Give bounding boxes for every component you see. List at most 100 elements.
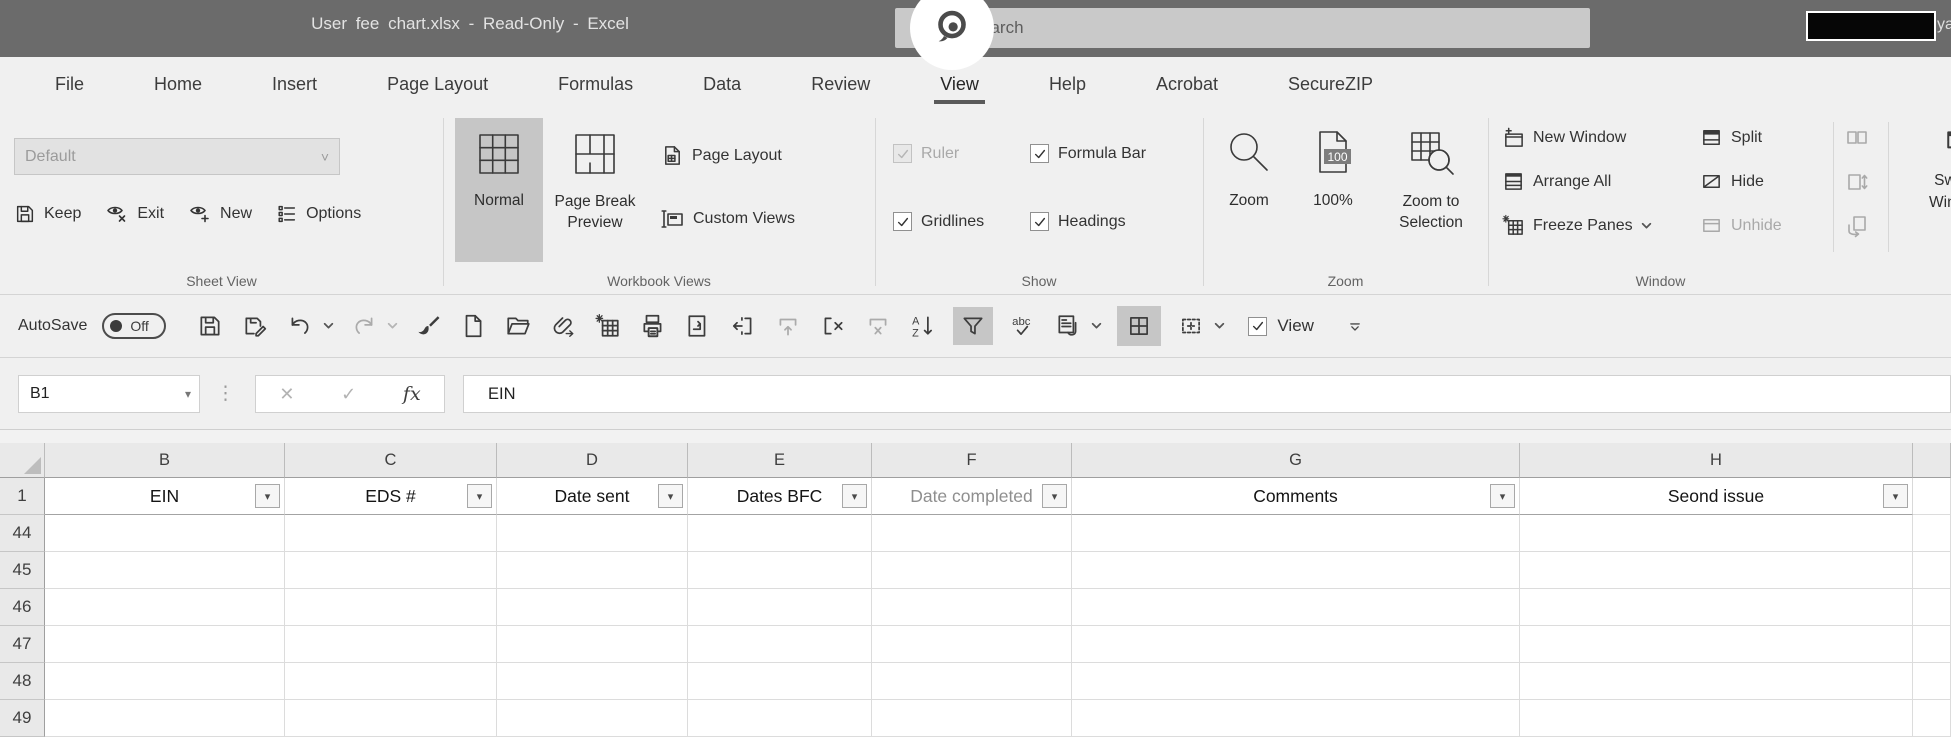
- column-header-g[interactable]: G: [1072, 443, 1520, 478]
- column-header-d[interactable]: D: [497, 443, 688, 478]
- tab-formulas[interactable]: Formulas: [558, 74, 633, 95]
- view-toggle[interactable]: View: [1248, 316, 1314, 336]
- cell-d1[interactable]: Date sent ▾: [497, 478, 688, 515]
- arrange-all-button[interactable]: Arrange All: [1502, 170, 1611, 193]
- cell-c1[interactable]: EDS # ▾: [285, 478, 497, 515]
- chevron-down-icon[interactable]: [1091, 322, 1102, 330]
- cell[interactable]: [688, 515, 872, 552]
- tab-help[interactable]: Help: [1049, 74, 1086, 95]
- cell-b1[interactable]: EIN ▾: [45, 478, 285, 515]
- zoom-100-button[interactable]: 100%: [1295, 118, 1371, 262]
- page-setup-button[interactable]: [683, 311, 713, 341]
- cell[interactable]: [872, 700, 1072, 737]
- row-header-44[interactable]: 44: [0, 515, 45, 552]
- cell[interactable]: [688, 700, 872, 737]
- new-file-button[interactable]: [458, 311, 488, 341]
- tab-data[interactable]: Data: [703, 74, 741, 95]
- all-borders-button[interactable]: [1117, 306, 1161, 346]
- cell[interactable]: [497, 515, 688, 552]
- column-header-h[interactable]: H: [1520, 443, 1913, 478]
- cell[interactable]: [45, 663, 285, 700]
- zoom-button[interactable]: Zoom: [1209, 118, 1289, 262]
- normal-view-button[interactable]: Normal: [455, 118, 543, 262]
- cell[interactable]: [1072, 700, 1520, 737]
- column-header-c[interactable]: C: [285, 443, 497, 478]
- select-all-corner[interactable]: [0, 443, 45, 478]
- cell[interactable]: [688, 589, 872, 626]
- tab-securezip[interactable]: SecureZIP: [1288, 74, 1373, 95]
- cell[interactable]: [497, 552, 688, 589]
- print-preview-button[interactable]: [638, 311, 668, 341]
- gridlines-checkbox[interactable]: Gridlines: [893, 212, 984, 231]
- sheet-view-options-button[interactable]: Options: [276, 203, 361, 225]
- cell[interactable]: [45, 700, 285, 737]
- cell[interactable]: [45, 515, 285, 552]
- cell[interactable]: [872, 552, 1072, 589]
- column-header-b[interactable]: B: [45, 443, 285, 478]
- hide-button[interactable]: Hide: [1700, 170, 1764, 193]
- sheet-view-dropdown[interactable]: Default ˅: [14, 138, 340, 175]
- unhide-button[interactable]: Unhide: [1700, 214, 1782, 237]
- row-header-45[interactable]: 45: [0, 552, 45, 589]
- filter-dropdown-button[interactable]: ▾: [1042, 484, 1067, 508]
- cell[interactable]: [1520, 552, 1913, 589]
- insert-function-button[interactable]: fx: [403, 383, 421, 405]
- cell[interactable]: [872, 515, 1072, 552]
- cell[interactable]: [1072, 663, 1520, 700]
- filter-dropdown-button[interactable]: ▾: [1883, 484, 1908, 508]
- redo-button[interactable]: [349, 311, 379, 341]
- zoom-to-selection-button[interactable]: Zoom to Selection: [1379, 118, 1483, 262]
- exit-sheet-view-button[interactable]: Exit: [105, 202, 164, 226]
- page-break-preview-button[interactable]: Page Break Preview: [545, 118, 645, 262]
- page-layout-view-button[interactable]: Page Layout: [661, 144, 782, 167]
- freeze-panes-button[interactable]: Freeze Panes: [1502, 214, 1652, 237]
- switch-windows-button[interactable]: Switch Windows: [1912, 118, 1951, 262]
- cell[interactable]: [45, 626, 285, 663]
- cell[interactable]: [45, 589, 285, 626]
- cell[interactable]: [497, 700, 688, 737]
- cell[interactable]: [1520, 663, 1913, 700]
- resize-dots-icon[interactable]: ⋮: [216, 382, 235, 405]
- undo-button[interactable]: [285, 311, 315, 341]
- delete-cells-button[interactable]: [818, 311, 848, 341]
- cell[interactable]: [1072, 515, 1520, 552]
- tab-page-layout[interactable]: Page Layout: [387, 74, 488, 95]
- cell-g1[interactable]: Comments ▾: [1072, 478, 1520, 515]
- synchronous-scrolling-icon[interactable]: [1845, 170, 1869, 194]
- cell-e1[interactable]: Dates BFC ▾: [688, 478, 872, 515]
- chevron-down-icon[interactable]: ▾: [185, 387, 191, 401]
- row-header-47[interactable]: 47: [0, 626, 45, 663]
- cell[interactable]: [1520, 700, 1913, 737]
- format-painter-button[interactable]: [413, 311, 443, 341]
- cell[interactable]: [497, 626, 688, 663]
- cancel-button[interactable]: ✕: [279, 384, 294, 405]
- sort-az-button[interactable]: [908, 311, 938, 341]
- spelling-button[interactable]: [1008, 311, 1038, 341]
- cell[interactable]: [285, 700, 497, 737]
- tab-insert[interactable]: Insert: [272, 74, 317, 95]
- autosave-toggle[interactable]: Off: [102, 313, 166, 339]
- cell[interactable]: [688, 626, 872, 663]
- cell[interactable]: [688, 552, 872, 589]
- chevron-down-icon[interactable]: [1214, 322, 1225, 330]
- freeze-panes-qat-button[interactable]: [593, 311, 623, 341]
- name-box[interactable]: B1 ▾: [18, 375, 200, 413]
- cell[interactable]: [497, 589, 688, 626]
- ruler-checkbox[interactable]: Ruler: [893, 144, 959, 163]
- tab-review[interactable]: Review: [811, 74, 870, 95]
- cell[interactable]: [285, 589, 497, 626]
- cell[interactable]: [285, 626, 497, 663]
- row-header-48[interactable]: 48: [0, 663, 45, 700]
- cell[interactable]: [688, 663, 872, 700]
- cell[interactable]: [1072, 589, 1520, 626]
- cell[interactable]: [285, 552, 497, 589]
- cell[interactable]: [45, 552, 285, 589]
- cell[interactable]: [1520, 515, 1913, 552]
- keep-sheet-view-button[interactable]: Keep: [14, 203, 81, 225]
- save-as-button[interactable]: [240, 311, 270, 341]
- headings-checkbox[interactable]: Headings: [1030, 212, 1126, 231]
- save-button[interactable]: [195, 311, 225, 341]
- search-box[interactable]: earch: [895, 8, 1590, 48]
- new-sheet-view-button[interactable]: New: [188, 202, 252, 226]
- open-file-button[interactable]: [503, 311, 533, 341]
